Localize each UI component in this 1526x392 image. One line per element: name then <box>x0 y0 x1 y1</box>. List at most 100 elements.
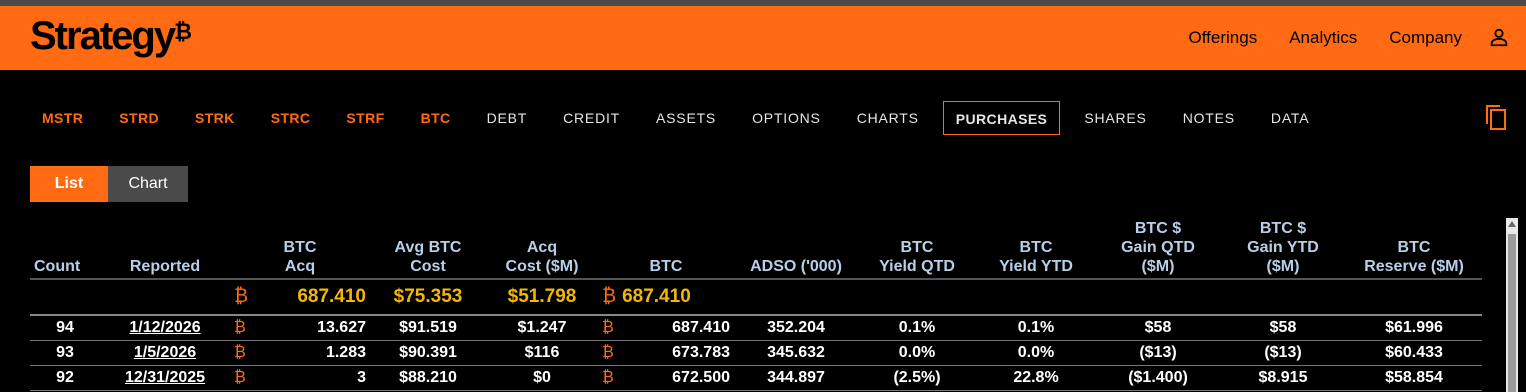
person-icon[interactable] <box>1488 26 1510 48</box>
totals-row: ₿ 687.410 $75.353 $51.798 ₿ 687.410 <box>30 278 1482 316</box>
tab-strk[interactable]: STRK <box>183 101 247 135</box>
nav-company[interactable]: Company <box>1389 28 1462 48</box>
bitcoin-icon: ₿ <box>602 369 614 386</box>
tab-btc[interactable]: BTC <box>409 101 463 135</box>
reserve-cell: $60.433 <box>1346 340 1482 366</box>
yield-ytd-cell: 0.1% <box>976 315 1096 341</box>
btc-acq-cell: ₿ 3 <box>230 365 370 391</box>
column-header[interactable]: BTC <box>598 218 734 279</box>
adso-cell: 344.897 <box>734 365 858 391</box>
gain-ytd-cell: $58 <box>1220 315 1346 341</box>
column-header[interactable]: BTC Acq <box>230 218 370 279</box>
bitcoin-logo-icon: ₿ <box>174 19 192 44</box>
tab-charts[interactable]: CHARTS <box>845 101 931 135</box>
gain-qtd-cell: ($13) <box>1096 340 1220 366</box>
section-tabs: MSTR STRD STRK STRC STRF BTC DEBT CREDIT ASSETS O… <box>30 100 1333 136</box>
acq-cost-cell: $1.247 <box>486 315 598 341</box>
yield-qtd-cell: 0.1% <box>858 315 976 341</box>
column-header[interactable]: BTC Yield QTD <box>858 218 976 279</box>
bitcoin-icon: ₿ <box>234 344 246 361</box>
tab-purchases[interactable]: PURCHASES <box>942 101 1061 135</box>
yield-qtd-cell: 0.0% <box>858 340 976 366</box>
totals-acq-cost: $51.798 <box>486 278 598 316</box>
adso-cell: 345.632 <box>734 340 858 366</box>
column-header[interactable]: BTC Yield YTD <box>976 218 1096 279</box>
gain-ytd-cell: $8.915 <box>1220 365 1346 391</box>
totals-count <box>30 278 100 316</box>
yield-ytd-cell: 22.8% <box>976 365 1096 391</box>
reported-date-link[interactable]: 12/31/2025 <box>125 369 205 386</box>
totals-avg-cost: $75.353 <box>370 278 486 316</box>
reported-date-link[interactable]: 1/5/2026 <box>134 344 196 361</box>
bitcoin-icon: ₿ <box>234 369 246 386</box>
bitcoin-icon: ₿ <box>602 286 617 307</box>
count-cell: 94 <box>30 315 100 341</box>
column-header[interactable]: BTC Reserve ($M) <box>1346 218 1482 279</box>
gain-ytd-cell: ($13) <box>1220 340 1346 366</box>
top-nav: Offerings Analytics Company <box>1189 28 1462 48</box>
scrollbar-thumb[interactable] <box>1508 234 1516 392</box>
totals-btc: ₿ 687.410 <box>598 278 734 316</box>
purchases-table: Count Reported BTC Acq Avg BTC Cost Acq Cost… <box>30 218 1482 391</box>
avg-cost-cell: $91.519 <box>370 315 486 341</box>
tab-credit[interactable]: CREDIT <box>551 101 632 135</box>
tab-options[interactable]: OPTIONS <box>740 101 833 135</box>
strategy-logo[interactable]: Strategy₿ <box>30 16 192 56</box>
column-header[interactable]: ADSO ('000) <box>734 218 858 279</box>
totals-reported <box>100 278 230 316</box>
tab-shares[interactable]: SHARES <box>1072 101 1158 135</box>
bitcoin-icon: ₿ <box>234 286 249 307</box>
btc-acq-cell: ₿ 1.283 <box>230 340 370 366</box>
tab-strc[interactable]: STRC <box>259 101 323 135</box>
acq-cost-cell: $116 <box>486 340 598 366</box>
site-header: Strategy₿ Offerings Analytics Company <box>0 6 1526 70</box>
reported-date-link[interactable]: 1/12/2026 <box>129 319 200 336</box>
avg-cost-cell: $88.210 <box>370 365 486 391</box>
column-header[interactable]: BTC $ Gain QTD ($M) <box>1096 218 1220 279</box>
column-header[interactable]: Count <box>30 218 100 279</box>
btc-acq-cell: ₿ 13.627 <box>230 315 370 341</box>
count-cell: 93 <box>30 340 100 366</box>
btc-cell: ₿ 672.500 <box>598 365 734 391</box>
tab-debt[interactable]: DEBT <box>475 101 540 135</box>
table-row: 93 1/5/2026 ₿ 1.283 $90.391 $116 ₿ 673.783 345.6… <box>30 340 1482 366</box>
chart-view-button[interactable]: Chart <box>108 166 188 202</box>
bitcoin-icon: ₿ <box>602 319 614 336</box>
gain-qtd-cell: ($1.400) <box>1096 365 1220 391</box>
view-toggle: List Chart <box>30 166 188 202</box>
yield-ytd-cell: 0.0% <box>976 340 1096 366</box>
table-row: 92 12/31/2025 ₿ 3 $88.210 $0 ₿ 672.500 344.897 (2… <box>30 365 1482 391</box>
column-header[interactable]: Avg BTC Cost <box>370 218 486 279</box>
list-view-button[interactable]: List <box>30 166 108 202</box>
tab-strf[interactable]: STRF <box>334 101 396 135</box>
table-header-row: Count Reported BTC Acq Avg BTC Cost Acq Cost… <box>30 218 1482 279</box>
tab-notes[interactable]: NOTES <box>1171 101 1247 135</box>
tab-assets[interactable]: ASSETS <box>644 101 728 135</box>
column-header[interactable]: Reported <box>100 218 230 279</box>
gain-qtd-cell: $58 <box>1096 315 1220 341</box>
reported-cell: 12/31/2025 <box>100 365 230 391</box>
table-scrollbar[interactable] <box>1506 218 1518 392</box>
tab-mstr[interactable]: MSTR <box>30 101 95 135</box>
nav-analytics[interactable]: Analytics <box>1289 28 1357 48</box>
copy-icon[interactable] <box>1484 104 1508 132</box>
column-header[interactable]: BTC $ Gain YTD ($M) <box>1220 218 1346 279</box>
column-header[interactable]: Acq Cost ($M) <box>486 218 598 279</box>
reported-cell: 1/5/2026 <box>100 340 230 366</box>
tab-strd[interactable]: STRD <box>107 101 171 135</box>
bitcoin-icon: ₿ <box>234 319 246 336</box>
reported-cell: 1/12/2026 <box>100 315 230 341</box>
nav-offerings[interactable]: Offerings <box>1189 28 1258 48</box>
logo-text: Strategy <box>30 14 176 58</box>
totals-btc-acq: ₿ 687.410 <box>230 278 370 316</box>
bitcoin-icon: ₿ <box>602 344 614 361</box>
reserve-cell: $61.996 <box>1346 315 1482 341</box>
table-row: 94 1/12/2026 ₿ 13.627 $91.519 $1.247 ₿ 687.410 3… <box>30 315 1482 341</box>
scroll-up-arrow-icon[interactable] <box>1508 221 1516 227</box>
avg-cost-cell: $90.391 <box>370 340 486 366</box>
tab-data[interactable]: DATA <box>1259 101 1321 135</box>
adso-cell: 352.204 <box>734 315 858 341</box>
btc-cell: ₿ 687.410 <box>598 315 734 341</box>
reserve-cell: $58.854 <box>1346 365 1482 391</box>
acq-cost-cell: $0 <box>486 365 598 391</box>
